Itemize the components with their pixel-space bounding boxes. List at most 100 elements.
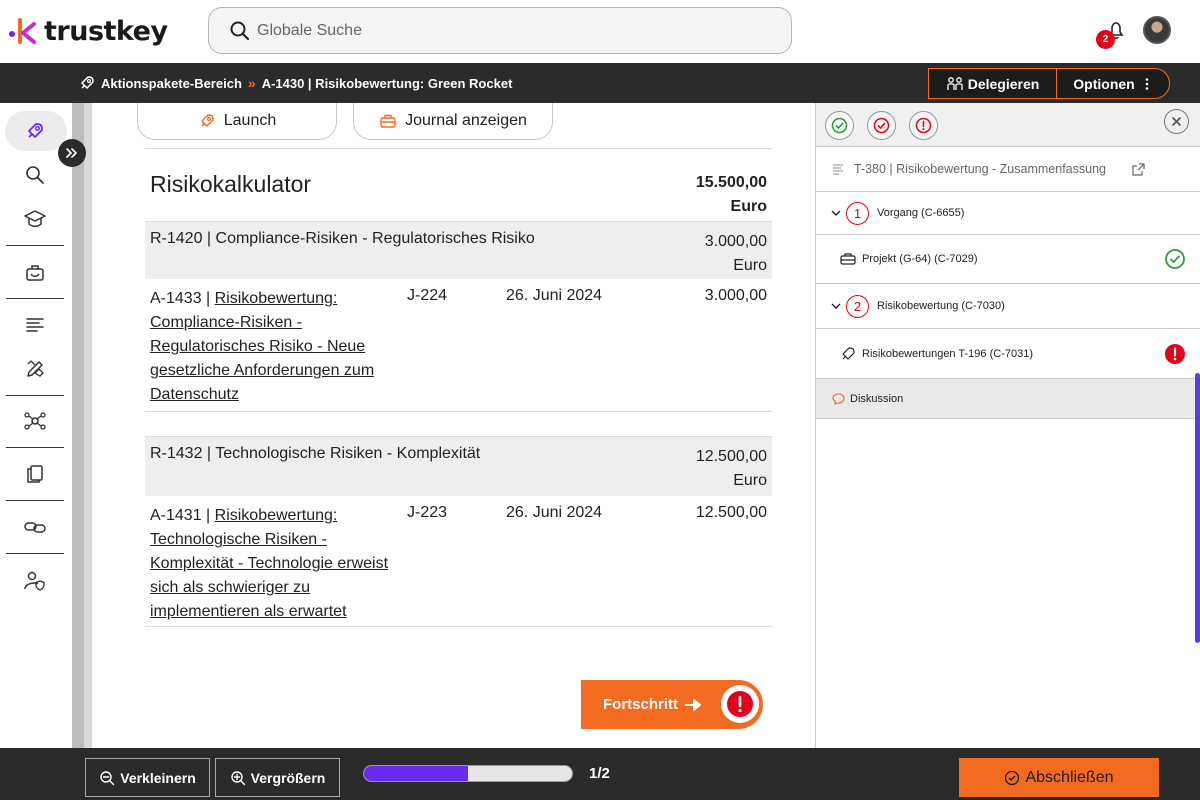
delegate-button[interactable]: Delegieren xyxy=(929,69,1057,98)
filter-check-red-button[interactable] xyxy=(867,111,896,140)
check-circle-icon xyxy=(1005,770,1020,785)
zoom-out-label: Verkleinern xyxy=(120,769,196,786)
sidebar-item-academy[interactable] xyxy=(14,201,56,237)
total-amount: 15.500,00 xyxy=(695,174,767,191)
section-number: 2 xyxy=(846,294,869,318)
row-date: 26. Juni 2024 xyxy=(506,287,603,304)
breadcrumb-item-aktionspakete[interactable]: Aktionspakete-Bereich xyxy=(101,76,242,91)
finish-button[interactable]: Abschließen xyxy=(959,758,1159,797)
sidebar-expand-button[interactable] xyxy=(58,139,86,167)
discussion-row[interactable]: Diskussion xyxy=(816,379,1200,419)
sidebar-item-user-security[interactable] xyxy=(14,563,56,599)
amount-value: 12.500,00 xyxy=(695,448,767,465)
rocket-icon xyxy=(28,123,43,138)
arrow-right-icon xyxy=(685,698,701,711)
alert-circle-icon xyxy=(1165,343,1185,364)
page-progress-fill xyxy=(364,766,468,781)
section-label: Vorgang (C-6655) xyxy=(877,207,965,219)
sidebar xyxy=(0,103,72,748)
chevron-down-icon xyxy=(831,210,841,216)
text-lines-icon xyxy=(833,164,843,175)
section-row[interactable]: 1 Vorgang (C-6655) xyxy=(816,192,1200,235)
sidebar-item-documents[interactable] xyxy=(14,456,56,492)
page-progress-bar xyxy=(363,765,573,782)
row-id: A-1431 | xyxy=(150,507,215,524)
search-icon xyxy=(26,166,44,184)
user-shield-icon xyxy=(24,571,45,591)
sidebar-divider xyxy=(6,298,64,299)
row-journal: J-224 xyxy=(407,287,448,304)
external-link-icon[interactable] xyxy=(1132,162,1145,176)
sidebar-divider xyxy=(6,245,64,246)
sidebar-divider xyxy=(6,500,64,501)
notification-badge[interactable]: 2 xyxy=(1096,30,1115,49)
alert-circle-icon xyxy=(915,117,932,134)
risk-group-label: R-1432 | Technologische Risiken - Komple… xyxy=(150,445,481,462)
options-button[interactable]: Optionen xyxy=(1057,69,1169,98)
checklist-item[interactable]: Risikobewertungen T-196 (C-7031) xyxy=(816,329,1200,379)
sidebar-item-toolbox[interactable] xyxy=(14,255,56,291)
scrollbar[interactable] xyxy=(1195,373,1200,643)
page-indicator: 1/2 xyxy=(589,765,610,782)
row-description: A-1433 | Risikobewertung: Compliance-Ris… xyxy=(150,287,400,407)
summary-title: T-380 | Risikobewertung - Zusammenfassun… xyxy=(854,162,1106,176)
toolbox-icon xyxy=(840,253,856,265)
risk-group-label: R-1420 | Compliance-Risiken - Regulatori… xyxy=(150,230,535,247)
toolbox-icon xyxy=(26,265,44,281)
risk-group-amount: 3.000,00 Euro xyxy=(705,230,767,278)
section-number: 1 xyxy=(846,201,869,225)
top-header: trustkey Globale Suche 2 xyxy=(0,0,1200,63)
search-icon xyxy=(230,21,250,40)
sidebar-divider xyxy=(6,447,64,448)
graduation-cap-icon xyxy=(24,210,46,227)
rocket-icon xyxy=(842,346,855,360)
risk-group-row[interactable]: R-1432 | Technologische Risiken - Komple… xyxy=(145,436,772,496)
divider xyxy=(145,148,772,149)
table-row: A-1431 | Risikobewertung: Technologische… xyxy=(145,496,772,627)
calculator-title: Risikokalkulator xyxy=(150,171,312,197)
sidebar-item-network[interactable] xyxy=(14,403,56,439)
row-amount: 12.500,00 xyxy=(695,504,767,521)
bottom-toolbar: Verkleinern Vergrößern 1/2 Abschließen xyxy=(0,748,1200,800)
journal-button[interactable]: Journal anzeigen xyxy=(353,103,553,140)
amount-currency: Euro xyxy=(733,472,767,489)
row-description: A-1431 | Risikobewertung: Technologische… xyxy=(150,504,400,624)
risk-group-amount: 12.500,00 Euro xyxy=(696,445,767,493)
amount-currency: Euro xyxy=(733,257,767,274)
calculator-total: 15.500,00 Euro xyxy=(696,171,767,219)
zoom-in-button[interactable]: Vergrößern xyxy=(215,758,340,797)
sidebar-item-links[interactable] xyxy=(14,509,56,545)
checklist-item[interactable]: Projekt (G-64) (C-7029) xyxy=(816,235,1200,284)
sidebar-item-launch[interactable] xyxy=(14,113,56,149)
link-icon xyxy=(24,522,46,533)
progress-label: Fortschritt xyxy=(603,696,678,713)
global-search[interactable]: Globale Suche xyxy=(208,7,792,54)
zoom-out-button[interactable]: Verkleinern xyxy=(85,758,210,797)
filter-warning-button[interactable] xyxy=(909,111,938,140)
speech-bubble-icon xyxy=(832,392,845,405)
section-row[interactable]: 2 Risikobewertung (C-7030) xyxy=(816,284,1200,329)
row-journal: J-223 xyxy=(407,504,448,521)
sidebar-item-list[interactable] xyxy=(14,307,56,343)
logo[interactable]: trustkey xyxy=(8,14,168,48)
logo-text: trustkey xyxy=(44,15,168,47)
chevron-double-right-icon xyxy=(66,148,77,158)
rocket-icon xyxy=(201,114,214,127)
people-icon xyxy=(947,76,963,90)
launch-button[interactable]: Launch xyxy=(137,103,337,140)
row-amount: 3.000,00 xyxy=(704,287,767,304)
breadcrumb-separator: » xyxy=(247,75,256,91)
risk-group-row[interactable]: R-1420 | Compliance-Risiken - Regulatori… xyxy=(145,221,772,279)
sidebar-item-tools[interactable] xyxy=(14,351,56,387)
rocket-icon xyxy=(81,76,94,89)
close-panel-button[interactable] xyxy=(1164,109,1189,134)
sidebar-item-search[interactable] xyxy=(14,157,56,193)
table-row: A-1433 | Risikobewertung: Compliance-Ris… xyxy=(145,279,772,412)
network-icon xyxy=(24,412,46,430)
avatar[interactable] xyxy=(1143,16,1171,44)
search-placeholder: Globale Suche xyxy=(257,21,362,39)
summary-row[interactable]: T-380 | Risikobewertung - Zusammenfassun… xyxy=(816,147,1200,192)
filter-done-button[interactable] xyxy=(825,111,854,140)
check-circle-red-icon xyxy=(873,117,890,134)
progress-button[interactable]: Fortschritt xyxy=(581,680,763,729)
